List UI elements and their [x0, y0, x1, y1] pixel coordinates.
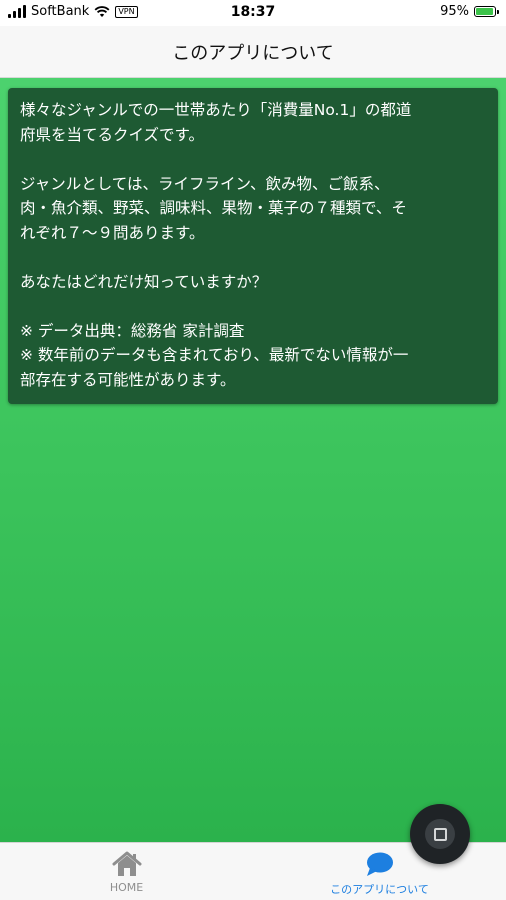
card-text-line: あなたはどれだけ知っていますか？ — [20, 272, 268, 291]
floating-stop-button[interactable] — [410, 804, 470, 864]
card-text-line: れぞれ７〜９問あります。 — [20, 223, 205, 242]
card-text-line: ジャンルとしては、ライフライン、飲み物、ご飯系、 — [20, 174, 390, 193]
tab-label-home: HOME — [109, 881, 144, 894]
main-content: 様々なジャンルでの一世帯あたり「消費量No.1」の都道 府県を当てるクイズです。ジ… — [0, 78, 506, 842]
battery-fill — [476, 8, 494, 15]
nav-header: このアプリについて — [0, 26, 506, 78]
tab-about[interactable]: このアプリについて — [253, 843, 506, 900]
status-right: 95% — [440, 4, 499, 19]
status-time: 18:37 — [230, 4, 276, 20]
home-icon — [110, 850, 144, 878]
tab-home[interactable]: HOME — [0, 843, 253, 900]
card-text-line: 肉・魚介類、野菜、調味料、果物・菓子の７種類で、そ — [20, 199, 407, 217]
stop-square-icon — [425, 819, 455, 849]
battery-icon — [474, 6, 499, 17]
status-bar: SoftBank VPN 18:37 95% — [0, 0, 506, 26]
card-text-line: ※ 数年前のデータも含まれており、最新でない情報が一 — [20, 346, 409, 364]
card-spacer — [20, 147, 486, 172]
chat-bubble-icon — [363, 850, 397, 878]
card-text-line: 府県を当てるクイズです。 — [20, 125, 204, 144]
info-card: 様々なジャンルでの一世帯あたり「消費量No.1」の都道 府県を当てるクイズです。ジ… — [8, 88, 498, 404]
page-title: このアプリについて — [172, 42, 334, 64]
battery-percent: 95% — [440, 4, 469, 19]
card-text-line: 部存在する可能性があります。 — [20, 370, 236, 389]
card-spacer — [20, 245, 486, 270]
tab-label-about: このアプリについて — [330, 883, 429, 896]
card-text-line: ※ データ出典：総務省 家計調査 — [20, 321, 245, 340]
card-text-line: 様々なジャンルでの一世帯あたり「消費量No.1」の都道 — [20, 101, 412, 119]
card-spacer — [20, 294, 486, 319]
